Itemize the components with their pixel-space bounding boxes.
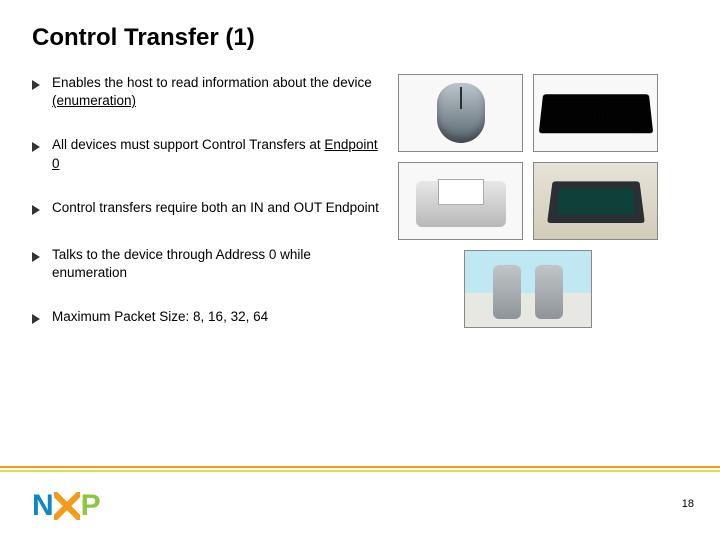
logo-letter-x: [54, 492, 80, 520]
slide: Control Transfer (1) Enables the host to…: [0, 0, 720, 540]
bullet-text-underlined: (enumeration): [52, 93, 136, 108]
logo-letter-p: P: [81, 491, 100, 521]
triangle-icon: [32, 77, 46, 95]
bullet-text: Talks to the device through Address 0 wh…: [52, 246, 382, 282]
triangle-icon: [32, 202, 46, 220]
bullet-item: Enables the host to read information abo…: [32, 74, 382, 110]
bullet-text: All devices must support Control Transfe…: [52, 136, 382, 172]
image-printer: [398, 162, 523, 240]
triangle-icon: [32, 311, 46, 329]
content-area: Enables the host to read information abo…: [32, 74, 688, 355]
bullet-text-pre: Talks to the device through Address 0 wh…: [52, 247, 311, 280]
triangle-icon: [32, 139, 46, 157]
bullet-text-pre: Maximum Packet Size: 8, 16, 32, 64: [52, 309, 268, 324]
bullet-text-pre: All devices must support Control Transfe…: [52, 137, 324, 152]
logo-letter-n: N: [32, 491, 53, 521]
bullet-item: Talks to the device through Address 0 wh…: [32, 246, 382, 282]
bullet-text: Maximum Packet Size: 8, 16, 32, 64: [52, 308, 268, 326]
bullet-list: Enables the host to read information abo…: [32, 74, 382, 355]
bullet-text: Enables the host to read information abo…: [52, 74, 382, 110]
triangle-icon: [32, 249, 46, 267]
bullet-text-pre: Control transfers require both an IN and…: [52, 200, 379, 215]
image-mouse: [398, 74, 523, 152]
nxp-logo: N P: [32, 491, 100, 521]
image-scanner: [533, 162, 658, 240]
page-number: 18: [682, 498, 694, 510]
slide-title: Control Transfer (1): [32, 24, 688, 52]
footer-divider: [0, 466, 720, 472]
bullet-item: Control transfers require both an IN and…: [32, 199, 382, 220]
bullet-text-pre: Enables the host to read information abo…: [52, 75, 372, 90]
bullet-item: Maximum Packet Size: 8, 16, 32, 64: [32, 308, 382, 329]
image-keyboard: [533, 74, 658, 152]
image-speakers: [464, 250, 592, 328]
footer: N P 18: [0, 466, 720, 540]
bullet-item: All devices must support Control Transfe…: [32, 136, 382, 172]
bullet-text: Control transfers require both an IN and…: [52, 199, 379, 217]
image-grid: [398, 74, 658, 355]
